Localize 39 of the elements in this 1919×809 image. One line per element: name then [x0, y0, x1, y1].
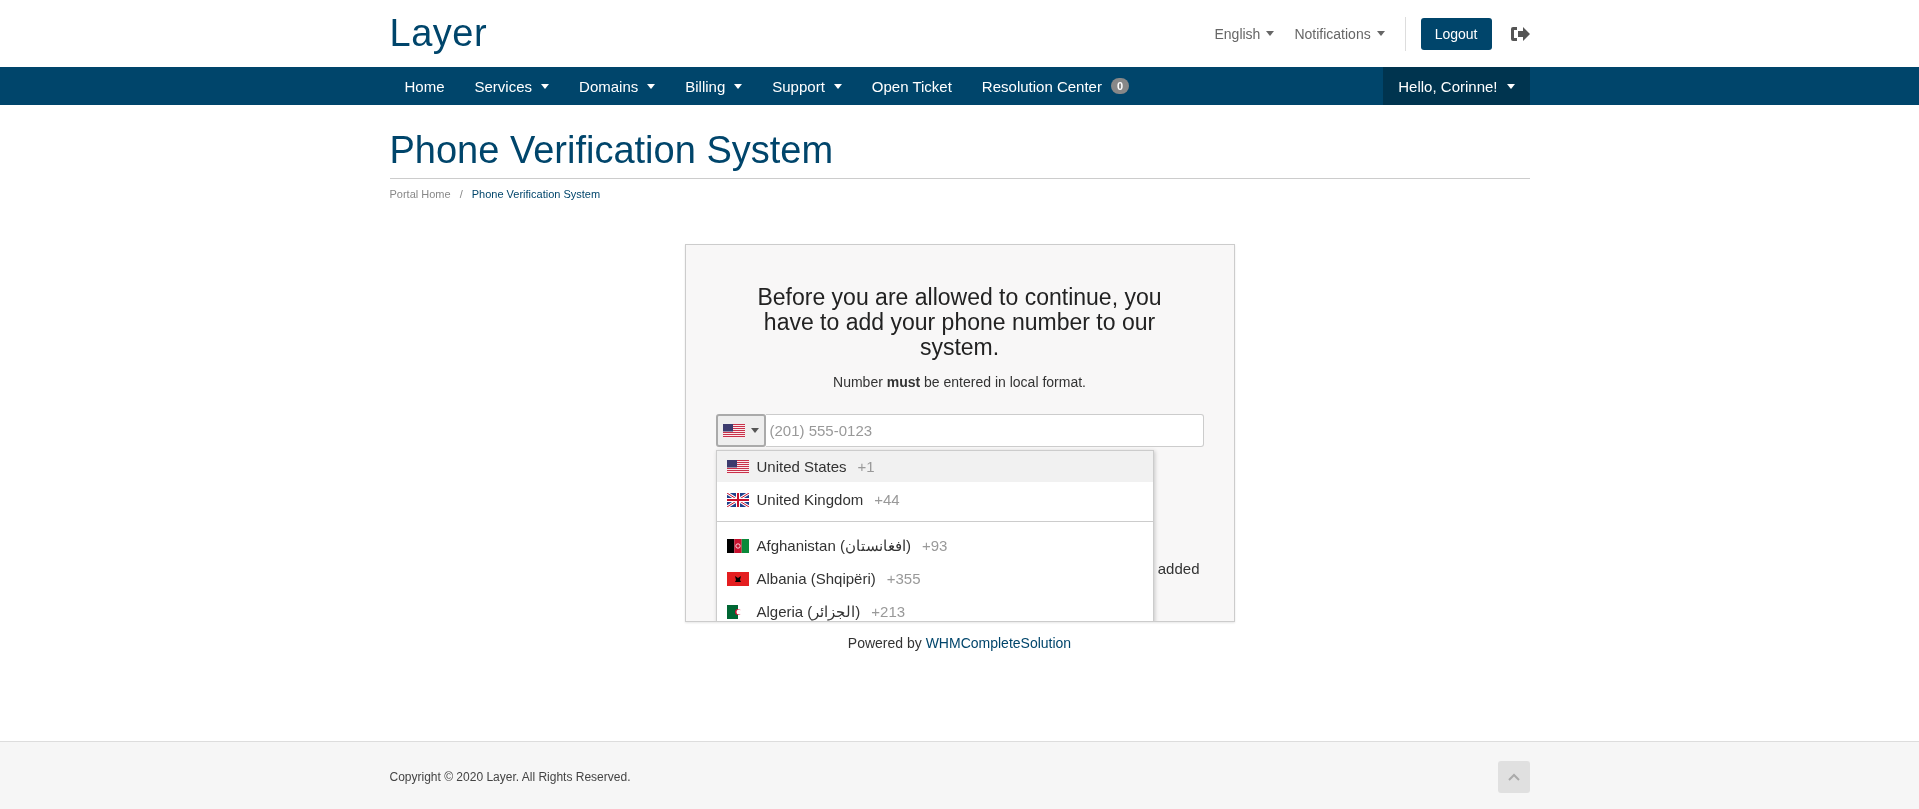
flag-icon — [726, 492, 749, 507]
nav-item[interactable]: Billing — [670, 67, 758, 105]
card-heading: Before you are allowed to continue, you have to add your phone number to our system. — [756, 283, 1163, 360]
logout-button[interactable]: Logout — [1420, 17, 1492, 50]
page-title: Phone Verification System — [389, 129, 1530, 179]
country-option[interactable]: Albania (Shqipëri) +355 — [716, 563, 1153, 594]
powered-by-link[interactable]: WHMCompleteSolution — [925, 635, 1072, 651]
nav-item[interactable]: Domains — [564, 67, 671, 105]
card-text: added — [1157, 560, 1200, 577]
breadcrumb-item[interactable]: Phone Verification System — [471, 188, 601, 200]
nav-item[interactable]: Home — [389, 67, 460, 105]
count-badge: 0 — [1110, 78, 1130, 94]
flag-icon — [726, 571, 749, 586]
caret-icon — [750, 428, 759, 433]
caret-icon — [1376, 31, 1385, 36]
country-picker[interactable] — [715, 414, 766, 447]
flag-icon — [726, 459, 749, 474]
nav-item[interactable]: Resolution Center 0 — [966, 67, 1145, 105]
breadcrumb-separator: / — [459, 188, 463, 200]
country-option[interactable]: United States +1 — [716, 451, 1153, 482]
language-menu[interactable]: English — [1214, 25, 1275, 42]
breadcrumb-item[interactable]: Portal Home — [389, 188, 451, 200]
flag-icon — [722, 423, 745, 438]
logo[interactable]: Layer — [389, 12, 488, 55]
powered-by-text: Powered by WHMCompleteSolution — [846, 635, 1073, 651]
flag-icon — [726, 538, 749, 553]
caret-icon — [1506, 83, 1515, 89]
caret-icon — [1266, 31, 1275, 36]
notifications-menu[interactable]: Notifications — [1294, 25, 1385, 42]
logout-icon[interactable] — [1509, 25, 1530, 42]
nav-item[interactable]: Support — [757, 67, 857, 105]
country-option[interactable]: United Kingdom +44 — [716, 484, 1153, 515]
chevron-up-icon — [1507, 773, 1520, 781]
nav-item[interactable]: Services — [459, 67, 565, 105]
format-note: Number must be entered in local format. — [832, 374, 1087, 390]
phone-input[interactable]: (201) 555-0123 — [765, 414, 1204, 447]
nav-item[interactable]: Open Ticket — [856, 67, 967, 105]
user-menu[interactable]: Hello, Corinne! — [1383, 67, 1530, 105]
copyright-text: Copyright © 2020 Layer. All Rights Reserved. — [389, 770, 631, 784]
